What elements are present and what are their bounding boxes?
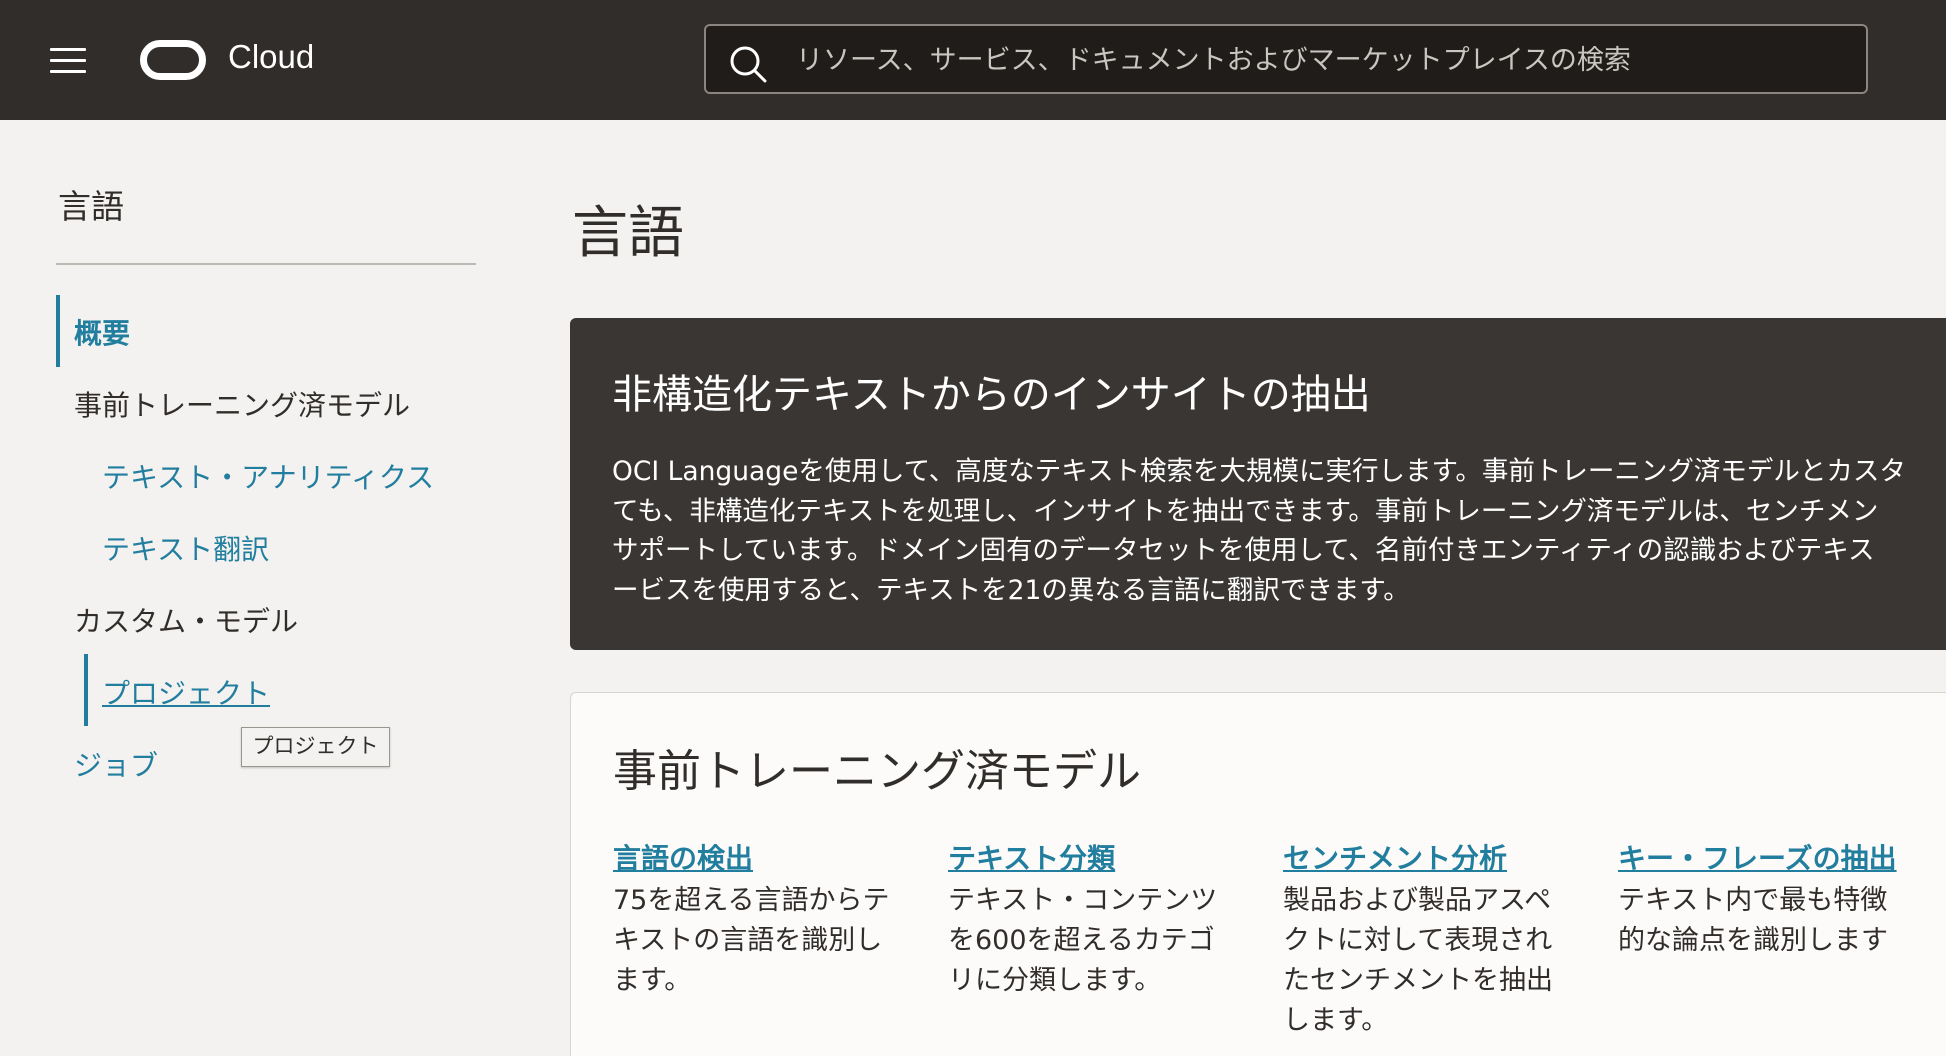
description-line: クトに対して表現され [1283, 925, 1553, 956]
description-line: します。 [1283, 1005, 1389, 1036]
description-line: テキスト・コンテンツ [948, 885, 1218, 916]
description-line: キストの言語を識別し [613, 925, 883, 956]
search-box[interactable] [704, 24, 1868, 94]
hero-line: ても、非構造化テキストを処理し、インサイトを抽出できます。事前トレーニング済モデ… [612, 495, 1879, 527]
pretrained-models-card: 事前トレーニング済モデル 言語の検出 75を超える言語からテ キストの言語を識別… [570, 692, 1946, 1056]
nav-hover-indicator [84, 654, 88, 726]
key-phrase-extraction-link[interactable]: キー・フレーズの抽出 [1618, 837, 1908, 877]
model-key-phrase-extraction: キー・フレーズの抽出 テキスト内で最も特徴 的な論点を識別します [1618, 837, 1908, 961]
hero-description: OCI Languageを使用して、高度なテキスト検索を大規模に実行します。事前… [612, 452, 1946, 610]
text-classification-link[interactable]: テキスト分類 [948, 837, 1238, 877]
hero-line: サポートしています。ドメイン固有のデータセットを使用して、名前付きエンティティの… [612, 535, 1875, 566]
description-line: を600を超えるカテゴ [948, 925, 1215, 956]
oracle-logo-icon[interactable] [140, 40, 206, 80]
sidebar-item-jobs[interactable]: ジョブ [74, 744, 158, 784]
description-line: テキスト内で最も特徴 [1618, 885, 1888, 916]
description-line: リに分類します。 [948, 965, 1162, 996]
page-title: 言語 [572, 201, 684, 266]
sidebar-divider [56, 263, 476, 265]
sidebar-section-pretrained-models: 事前トレーニング済モデル [74, 389, 411, 422]
description-line: ます。 [613, 965, 692, 996]
nav-active-indicator [56, 295, 60, 367]
model-sentiment-analysis: センチメント分析 製品および製品アスペ クトに対して表現され たセンチメントを抽… [1283, 837, 1573, 1041]
sidebar-item-text-analytics[interactable]: テキスト・アナリティクス [102, 456, 434, 496]
hero-line: OCI Languageを使用して、高度なテキスト検索を大規模に実行します。事前… [612, 456, 1906, 487]
model-description: 75を超える言語からテ キストの言語を識別し ます。 [613, 881, 903, 1001]
sidebar-item-overview[interactable]: 概要 [74, 312, 130, 352]
brand-name[interactable]: Cloud [228, 38, 314, 76]
top-navigation-bar: Cloud [0, 0, 1946, 120]
hero-title: 非構造化テキストからのインサイトの抽出 [612, 372, 1371, 418]
model-text-classification: テキスト分類 テキスト・コンテンツ を600を超えるカテゴ リに分類します。 [948, 837, 1238, 1001]
sidebar-title: 言語 [58, 187, 124, 226]
sentiment-analysis-link[interactable]: センチメント分析 [1283, 837, 1573, 877]
hamburger-menu-icon[interactable] [50, 48, 86, 74]
sidebar-item-text-translation[interactable]: テキスト翻訳 [102, 528, 269, 568]
model-description: テキスト内で最も特徴 的な論点を識別します [1618, 881, 1908, 961]
sidebar-section-custom-models: カスタム・モデル [74, 605, 299, 638]
language-detection-link[interactable]: 言語の検出 [613, 837, 903, 877]
pretrained-models-title: 事前トレーニング済モデル [613, 746, 1141, 797]
hero-line: ービスを使用すると、テキストを21の異なる言語に翻訳できます。 [612, 574, 1410, 606]
hero-banner: 非構造化テキストからのインサイトの抽出 OCI Languageを使用して、高度… [570, 318, 1946, 650]
description-line: たセンチメントを抽出 [1283, 965, 1553, 996]
description-line: 製品および製品アスペ [1283, 885, 1552, 916]
model-description: テキスト・コンテンツ を600を超えるカテゴ リに分類します。 [948, 881, 1238, 1001]
sidebar-item-projects[interactable]: プロジェクト [102, 672, 270, 712]
search-icon [730, 46, 767, 83]
description-line: 的な論点を識別します [1618, 925, 1888, 956]
description-line: 75を超える言語からテ [613, 885, 890, 916]
search-input[interactable] [794, 36, 1848, 84]
tooltip: プロジェクト [241, 727, 390, 767]
model-description: 製品および製品アスペ クトに対して表現され たセンチメントを抽出 します。 [1283, 881, 1573, 1041]
model-language-detection: 言語の検出 75を超える言語からテ キストの言語を識別し ます。 [613, 837, 903, 1001]
